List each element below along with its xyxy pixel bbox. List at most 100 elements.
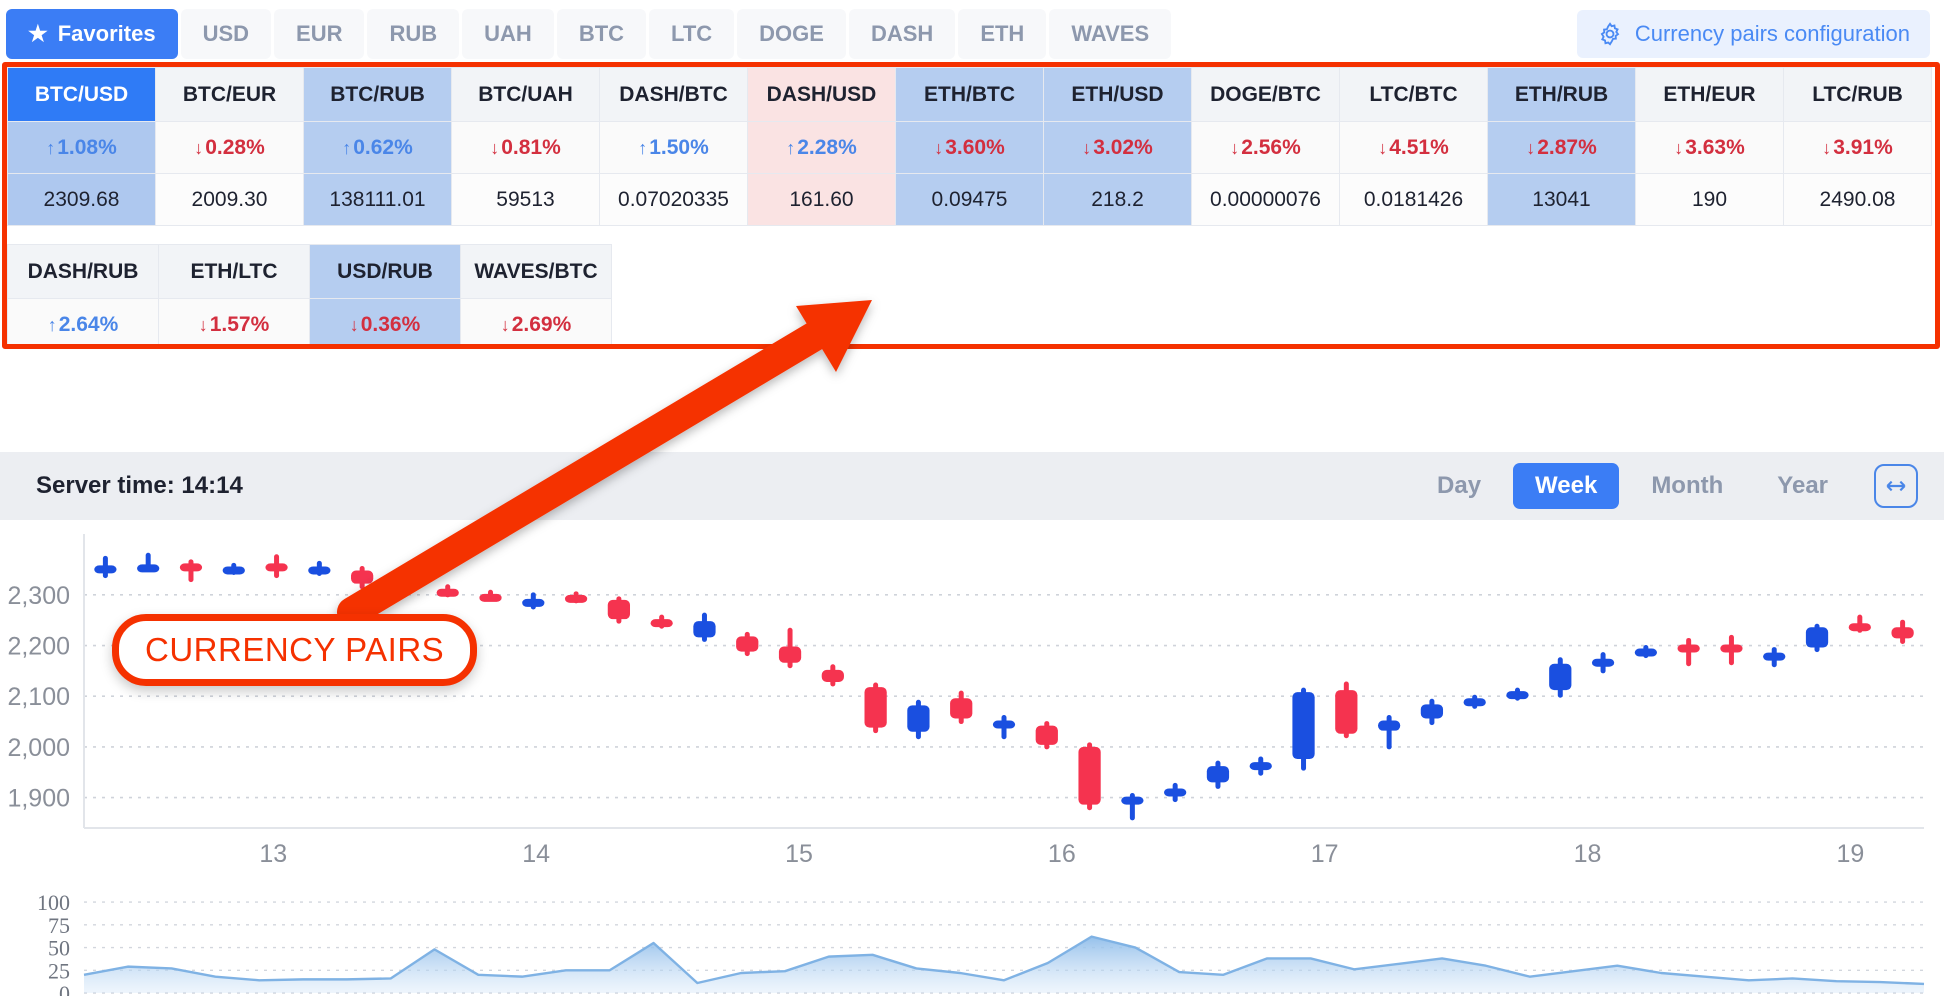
candle-body [864,687,887,728]
pair-name-cell[interactable]: LTC/RUB [1783,67,1932,122]
pair-name-cell[interactable]: BTC/USD [7,67,156,122]
period-month[interactable]: Month [1629,463,1745,509]
pair-name-cell[interactable]: WAVES/BTC [460,244,612,299]
currency-pairs-configuration-button[interactable]: Currency pairs configuration [1576,10,1930,58]
candle-body [736,636,759,652]
pair-price-cell: 218.2 [1043,173,1192,226]
pair-name-cell[interactable]: ETH/RUB [1487,67,1636,122]
pair-price-cell: 161.60 [747,173,896,226]
pair-name-cell[interactable]: DASH/USD [747,67,896,122]
pair-change-cell: ↓3.63% [1635,121,1784,174]
candle-body [1292,692,1315,760]
candlestick [436,584,459,598]
candle-body [1549,663,1572,691]
tab-uah[interactable]: UAH [462,9,554,59]
tab-label: WAVES [1071,21,1150,46]
candle-body [308,566,331,575]
tab-eth[interactable]: ETH [958,9,1047,59]
candlestick [821,664,844,687]
pair-name-cell[interactable]: DASH/BTC [599,67,748,122]
pair-change-cell: ↓0.28% [155,121,304,174]
tab-label: DOGE [759,21,824,46]
currency-tabs-bar: ★ Favorites USD EUR RUB UAH BTC LTC DOGE DASH ETH W… [0,0,1944,68]
arrow-down-icon: ↓3.02% [1082,135,1153,159]
period-day[interactable]: Day [1415,463,1503,509]
pair-name-cell[interactable]: USD/RUB [309,244,461,299]
pair-change-cell: ↑2.64% [7,298,159,344]
pairs-price-row: 2309.68 2009.30 138111.01 59513 0.07020335 16… [7,173,1932,226]
tab-eur[interactable]: EUR [274,9,365,59]
volume-y-tick-label: 100 [37,890,70,915]
candlestick [522,592,545,610]
candlestick [607,596,631,624]
candlestick [1035,721,1058,750]
candlestick [907,699,930,740]
y-axis-tick-label: 2,000 [7,734,70,762]
pair-name-cell[interactable]: BTC/EUR [155,67,304,122]
candle-body [564,594,588,603]
period-week[interactable]: Week [1513,463,1620,509]
tab-favorites[interactable]: ★ Favorites [6,9,178,59]
pair-name-cell[interactable]: BTC/UAH [451,67,600,122]
pair-name-cell[interactable]: ETH/LTC [158,244,310,299]
candlestick [693,612,716,642]
candlestick [1249,756,1272,776]
pairs-table-row2: DASH/RUB ETH/LTC USD/RUB WAVES/BTC ↑2.64% ↓1… [7,244,612,344]
arrow-up-icon: ↑2.28% [786,135,857,159]
arrow-down-icon: ↓1.57% [198,312,270,336]
candle-body [1121,796,1144,805]
tab-doge[interactable]: DOGE [737,9,846,59]
pair-change-cell: ↓3.91% [1783,121,1932,174]
pair-name-cell[interactable]: DASH/RUB [7,244,159,299]
tab-label: LTC [671,21,713,46]
arrow-down-icon: ↓3.60% [934,135,1005,159]
expand-horizontal-icon[interactable] [1874,464,1918,508]
candle-body [179,563,203,572]
y-axis-tick-label: 2,200 [7,633,70,661]
candlestick [479,589,502,602]
tab-dash[interactable]: DASH [848,9,956,59]
pair-change-cell: ↑0.62% [303,121,452,174]
tab-label: DASH [870,21,934,46]
tab-label: EUR [296,21,343,46]
candlestick [1121,793,1144,821]
pair-name-cell[interactable]: ETH/EUR [1635,67,1784,122]
tab-btc[interactable]: BTC [556,9,647,59]
pair-name-cell[interactable]: ETH/BTC [895,67,1044,122]
y-axis-tick-label: 2,300 [7,582,70,610]
candle-body [94,565,117,574]
pair-name-cell[interactable]: BTC/RUB [303,67,452,122]
tab-ltc[interactable]: LTC [649,9,735,59]
period-year[interactable]: Year [1755,463,1850,509]
pair-change-cell: ↓4.51% [1339,121,1488,174]
candle-body [1078,746,1101,805]
pairs-change-row: ↑1.08% ↓0.28% ↑0.62% ↓0.81% ↑1.50% ↑2.28% ↓3.6… [7,121,1932,174]
candle-body [821,669,844,683]
candle-body [1805,627,1829,648]
candlestick [992,714,1016,740]
pair-name-cell[interactable]: DOGE/BTC [1191,67,1340,122]
pair-name-cell[interactable]: LTC/BTC [1339,67,1488,122]
candle-body [222,566,245,575]
candle-body [1591,658,1615,667]
candlestick [1506,687,1529,701]
arrow-down-icon: ↓2.56% [1230,135,1301,159]
arrow-down-icon: ↓3.63% [1674,135,1745,159]
tab-waves[interactable]: WAVES [1049,9,1172,59]
candlestick [1763,647,1786,668]
gear-icon [1597,21,1623,47]
arrow-down-icon: ↓0.81% [490,135,561,159]
tab-usd[interactable]: USD [180,9,272,59]
arrow-up-icon: ↑2.64% [47,312,119,336]
candlestick-chart[interactable]: 2,300 2,200 2,100 2,000 1,900 13 14 15 16 17 18 19 [0,520,1944,880]
tab-rub[interactable]: RUB [367,9,460,59]
volume-chart[interactable]: 1007550250 [0,885,1944,996]
candle-body [436,588,459,597]
candlestick [1377,714,1401,750]
pair-change-cell: ↑2.28% [747,121,896,174]
volume-y-tick-label: 25 [48,958,70,983]
pairs-name-row: BTC/USD BTC/EUR BTC/RUB BTC/UAH DASH/BTC DASH… [7,67,1932,122]
arrow-up-icon: ↑1.50% [638,135,709,159]
candle-body [992,720,1016,729]
pair-name-cell[interactable]: ETH/USD [1043,67,1192,122]
